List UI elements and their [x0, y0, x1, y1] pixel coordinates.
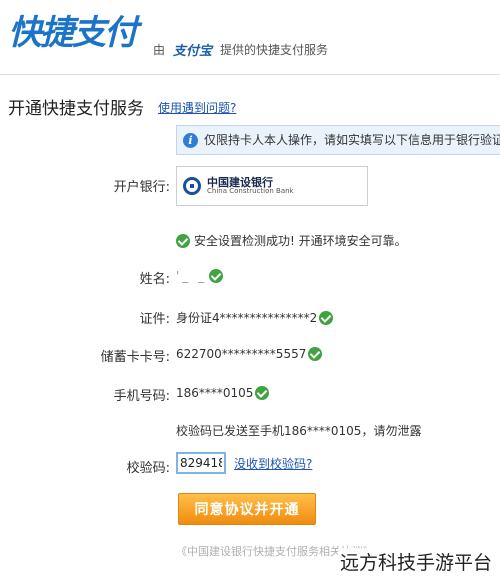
code-label: 校验码: — [126, 461, 170, 476]
bank-display: 中国建设银行 China Construction Bank — [176, 166, 368, 206]
name-text: '_ _ — [176, 269, 208, 283]
phone-label: 手机号码: — [113, 389, 170, 404]
quickpay-logo: 快捷支付 — [8, 13, 138, 53]
check-icon — [176, 233, 190, 248]
header: 快捷支付 由 支付宝 提供的快捷支付服务 — [0, 0, 500, 75]
alipay-logo: 支付宝 — [173, 44, 213, 59]
card-value: 622700*********5557 — [176, 347, 323, 361]
bank-name: 中国建设银行 China Construction Bank — [207, 176, 294, 196]
ccb-logo-icon — [183, 177, 201, 195]
bank-label: 开户银行: — [113, 180, 170, 195]
sms-notice: 校验码已发送至手机186****0105，请勿泄露 — [176, 424, 422, 438]
check-icon — [209, 269, 224, 283]
security-message-text: 安全设置检测成功! 开通环境安全可靠。 — [194, 234, 407, 248]
name-value: '_ _ — [176, 269, 224, 283]
check-icon — [308, 347, 323, 361]
card-label: 储蓄卡卡号: — [100, 350, 170, 365]
id-label: 证件: — [139, 312, 170, 327]
help-link[interactable]: 使用遇到问题? — [158, 99, 236, 116]
verification-code-input[interactable] — [176, 452, 226, 474]
phone-text: 186****0105 — [176, 386, 254, 400]
security-check-message: 安全设置检测成功! 开通环境安全可靠。 — [176, 232, 407, 249]
id-text: 身份证4***************2 — [176, 311, 318, 325]
bank-name-en: China Construction Bank — [207, 187, 294, 196]
card-text: 622700*********5557 — [176, 347, 307, 361]
check-icon — [255, 386, 270, 400]
info-icon: i — [183, 133, 198, 148]
resend-code-link[interactable]: 没收到校验码? — [234, 455, 312, 472]
byline-prefix: 由 — [153, 43, 166, 57]
provider-byline: 由 支付宝 提供的快捷支付服务 — [153, 40, 328, 59]
id-value: 身份证4***************2 — [176, 309, 334, 326]
verification-notice: i 仅限持卡人本人操作，请如实填写以下信息用于银行验证 — [176, 125, 500, 155]
watermark: 远方科技手游平台 — [337, 548, 494, 575]
notice-text: 仅限持卡人本人操作，请如实填写以下信息用于银行验证 — [204, 133, 500, 147]
agree-and-activate-button[interactable]: 同意协议并开通 — [178, 493, 316, 525]
phone-value: 186****0105 — [176, 386, 270, 400]
page-title: 开通快捷支付服务 — [8, 99, 144, 119]
byline-suffix: 提供的快捷支付服务 — [220, 43, 329, 57]
check-icon — [319, 310, 334, 325]
name-label: 姓名: — [139, 272, 170, 287]
